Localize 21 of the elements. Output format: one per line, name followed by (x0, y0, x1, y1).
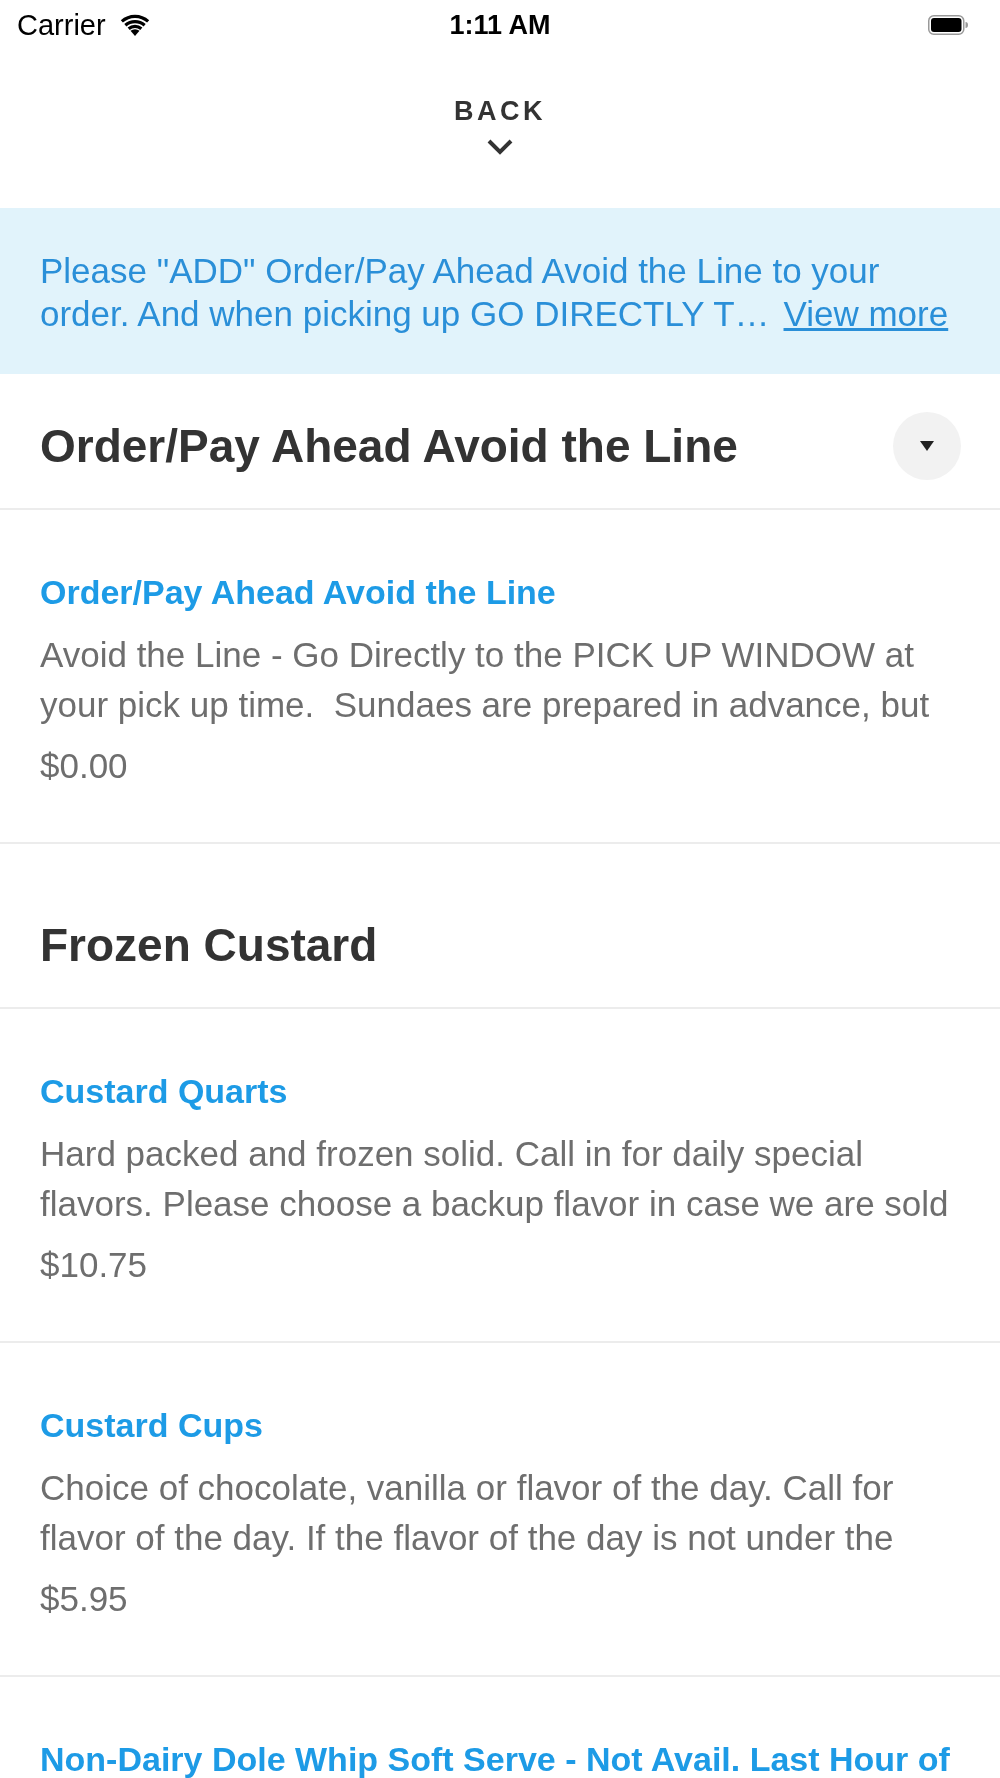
carrier-name: Carrier (17, 8, 106, 42)
item-description: Hard packed and frozen solid. Call in for daily special flavors. Please choose a backup flavor in case we are sold (40, 1133, 950, 1225)
item-price: $10.75 (40, 1245, 149, 1285)
item-price: $5.95 (40, 1579, 129, 1619)
wifi-icon (119, 14, 150, 36)
item-name[interactable]: Custard Quarts (40, 1071, 960, 1111)
chevron-down-icon (487, 139, 513, 155)
item-price: $0.00 (40, 746, 129, 786)
notice-text: Please "ADD" Order/Pay Ahead Avoid the Line to your order. And when picking up GO DIRECTLY T… View more (40, 250, 950, 335)
section-title: Frozen Custard (40, 918, 378, 972)
view-more-link[interactable]: View more (783, 294, 949, 333)
battery-icon (928, 15, 968, 35)
back-button[interactable]: BACK (454, 95, 546, 155)
item-name[interactable]: Order/Pay Ahead Avoid the Line (40, 572, 960, 612)
item-name[interactable]: Custard Cups (40, 1405, 960, 1445)
item-name[interactable]: Non-Dairy Dole Whip Soft Serve - Not Avail. Last Hour of (40, 1739, 960, 1778)
item-description: Avoid the Line - Go Directly to the PICK UP WINDOW at your pick up time. Sundaes are prepared in advance, but (40, 634, 931, 726)
item-description: Choice of chocolate, vanilla or flavor of the day. Call for flavor of the day. If the flavor of the day is not under the (40, 1467, 895, 1559)
section-title: Order/Pay Ahead Avoid the Line (40, 419, 738, 473)
caret-down-icon (920, 441, 934, 451)
clock-time: 1:11 AM (449, 9, 551, 41)
